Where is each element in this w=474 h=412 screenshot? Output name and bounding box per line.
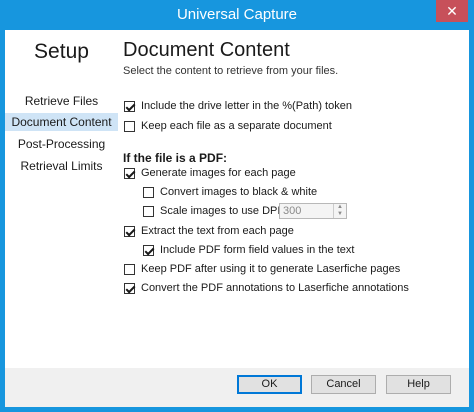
help-button[interactable]: Help — [386, 375, 451, 394]
dialog-window: Universal Capture ✕ Setup Retrieve Files… — [0, 0, 474, 412]
sidebar-title: Setup — [34, 40, 89, 63]
checkbox-scale-dpi[interactable] — [143, 205, 154, 217]
option-label: Keep PDF after using it to generate Lase… — [141, 263, 401, 275]
option-annotations[interactable]: Convert the PDF annotations to Laserfich… — [124, 280, 409, 296]
option-label: Keep each file as a separate document — [141, 120, 332, 132]
sidebar-item-retrieval-limits[interactable]: Retrieval Limits — [5, 157, 118, 175]
checkbox-generate-images[interactable] — [124, 167, 135, 179]
checkbox-separate-document[interactable] — [124, 120, 135, 132]
option-scale-dpi[interactable]: Scale images to use DPI: — [143, 203, 284, 219]
dialog-body: Setup Retrieve Files Document Content Po… — [5, 30, 469, 407]
page-title: Document Content — [123, 39, 290, 61]
checkbox-keep-pdf[interactable] — [124, 263, 135, 275]
spin-down-icon[interactable]: ▼ — [333, 211, 346, 218]
spin-up-icon[interactable]: ▲ — [333, 204, 346, 211]
option-label: Extract the text from each page — [141, 225, 294, 237]
ok-button[interactable]: OK — [237, 375, 302, 394]
option-generate-images[interactable]: Generate images for each page — [124, 165, 296, 181]
option-label: Generate images for each page — [141, 167, 296, 179]
option-label: Include the drive letter in the %(Path) … — [141, 100, 352, 112]
option-separate-document[interactable]: Keep each file as a separate document — [124, 118, 332, 134]
sidebar-item-post-processing[interactable]: Post-Processing — [5, 135, 118, 153]
page-subtitle: Select the content to retrieve from your… — [123, 65, 339, 77]
option-label: Include PDF form field values in the tex… — [160, 244, 355, 256]
window-title: Universal Capture — [176, 6, 298, 23]
option-extract-text[interactable]: Extract the text from each page — [124, 223, 294, 239]
main-panel: Document Content Select the content to r… — [118, 30, 469, 407]
sidebar-item-retrieve-files[interactable]: Retrieve Files — [5, 92, 118, 110]
sidebar: Setup Retrieve Files Document Content Po… — [5, 30, 118, 407]
checkbox-black-white[interactable] — [143, 186, 154, 198]
close-button[interactable]: ✕ — [436, 0, 468, 22]
sidebar-item-document-content[interactable]: Document Content — [5, 113, 118, 131]
option-black-white[interactable]: Convert images to black & white — [143, 184, 317, 200]
checkbox-form-fields[interactable] — [143, 244, 154, 256]
button-bar: OK Cancel Help — [5, 368, 469, 407]
option-label: Scale images to use DPI: — [160, 205, 284, 217]
pdf-section-label: If the file is a PDF: — [123, 151, 228, 165]
option-drive-letter[interactable]: Include the drive letter in the %(Path) … — [124, 98, 352, 114]
title-bar[interactable]: Universal Capture ✕ — [0, 0, 474, 30]
dpi-value: 300 — [283, 205, 302, 217]
checkbox-extract-text[interactable] — [124, 225, 135, 237]
checkbox-drive-letter[interactable] — [124, 100, 135, 112]
dpi-stepper[interactable]: 300 ▲ ▼ — [279, 203, 347, 219]
checkbox-annotations[interactable] — [124, 282, 135, 294]
option-keep-pdf[interactable]: Keep PDF after using it to generate Lase… — [124, 261, 400, 277]
cancel-button[interactable]: Cancel — [311, 375, 376, 394]
option-label: Convert images to black & white — [160, 186, 318, 198]
option-label: Convert the PDF annotations to Laserfich… — [141, 282, 409, 294]
option-form-fields[interactable]: Include PDF form field values in the tex… — [143, 242, 354, 258]
close-icon: ✕ — [446, 3, 458, 19]
